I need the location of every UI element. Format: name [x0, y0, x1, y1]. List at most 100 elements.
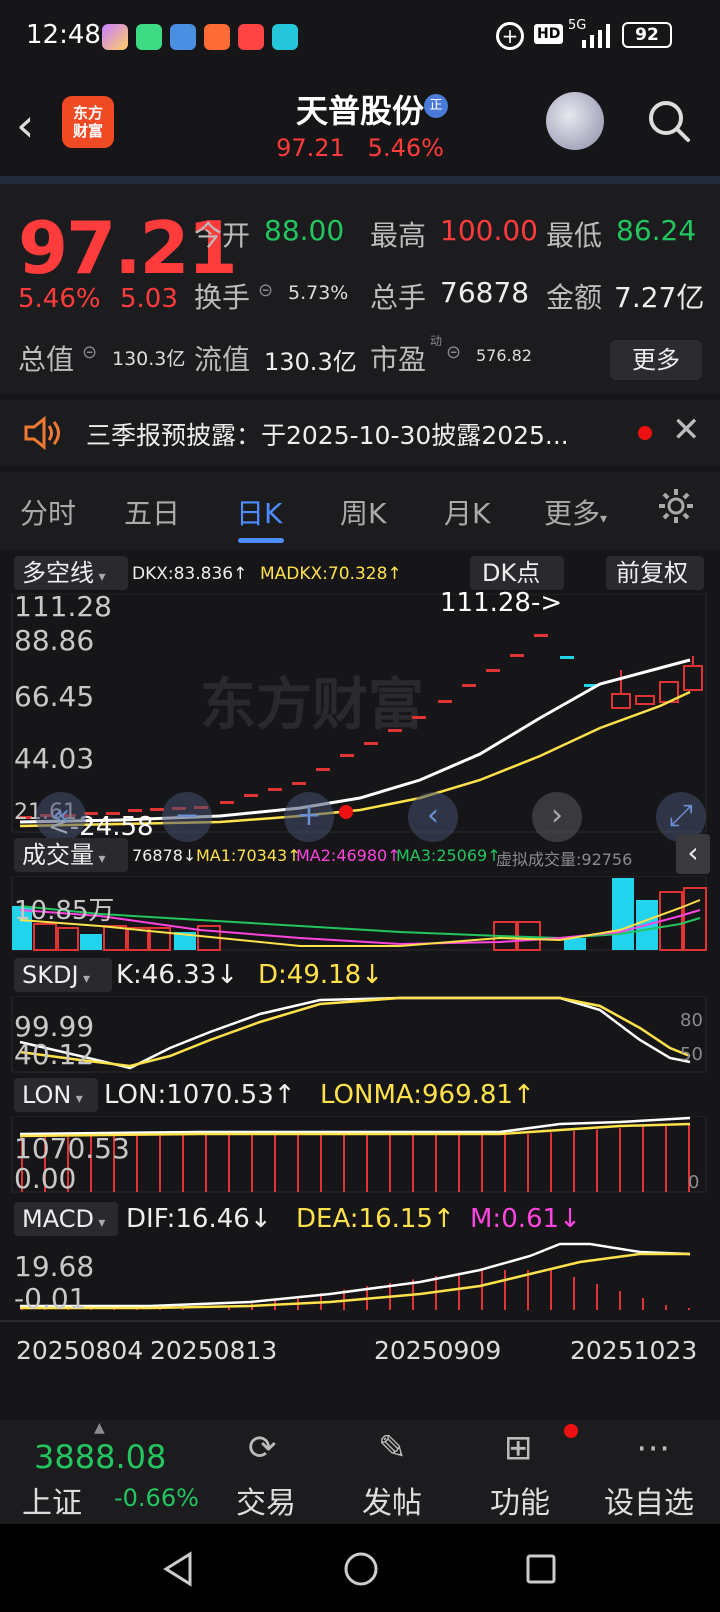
skdj-ref-50: 50: [680, 1044, 703, 1065]
scroll-left-fast-icon[interactable]: «: [36, 792, 86, 842]
tab-monthly-k[interactable]: 月K: [444, 492, 490, 532]
watermark: 东方财富: [200, 673, 424, 738]
tab-more[interactable]: 更多▾: [544, 492, 607, 532]
virtual-volume: 虚拟成交量:92756: [496, 850, 633, 869]
macd-m-value: M:0.61↓: [470, 1204, 581, 1234]
skdj-indicator-select[interactable]: SKDJ ▾: [14, 958, 112, 992]
assistant-robot-icon[interactable]: [546, 92, 604, 150]
more-quote-button[interactable]: 更多: [610, 340, 702, 380]
float-cap-value: 130.3亿: [264, 348, 357, 376]
index-change: -0.66%: [114, 1484, 199, 1512]
close-icon[interactable]: ✕: [672, 410, 701, 450]
skdj-ref-80: 80: [680, 1010, 703, 1031]
notice-bar[interactable]: 三季报预披露：于2025-10-30披露2025... ✕: [0, 400, 720, 466]
hd-icon: HD: [534, 24, 564, 44]
active-tab-indicator: [238, 538, 284, 543]
trade-icon[interactable]: ⟳: [248, 1428, 277, 1468]
amount-value: 7.27亿: [614, 281, 705, 314]
trade-button[interactable]: 交易: [236, 1478, 296, 1522]
notice-text[interactable]: 三季报预披露：于2025-10-30披露2025...: [86, 416, 569, 452]
function-badge-dot: [564, 1424, 578, 1438]
add-circle-icon: +: [496, 22, 524, 50]
app-notification-icon: [102, 24, 128, 50]
date-2: 20250813: [150, 1336, 278, 1365]
index-value[interactable]: 3888.08: [34, 1438, 166, 1476]
change-percent: 5.46%: [18, 284, 101, 314]
low-label: 最低: [546, 219, 603, 252]
system-nav-bar: [0, 1524, 720, 1612]
search-icon[interactable]: [646, 98, 692, 144]
post-button[interactable]: 发帖: [362, 1478, 422, 1522]
madkx-value: MADKX:70.328↑: [260, 564, 402, 584]
kline-indicator-select[interactable]: 多空线 ▾: [14, 556, 128, 590]
macd-dif-value: DIF:16.46↓: [126, 1204, 272, 1234]
function-button[interactable]: 功能: [490, 1478, 550, 1522]
macd-chart[interactable]: [0, 1240, 720, 1320]
change-amount: 5.03: [120, 284, 178, 314]
adjust-price-button[interactable]: 前复权: [606, 556, 704, 590]
info-icon[interactable]: ⊝: [446, 342, 461, 363]
expand-caret-icon[interactable]: ▲: [94, 1420, 105, 1436]
high-label: 最高: [370, 219, 427, 252]
date-divider: [0, 1320, 720, 1322]
kline-axis-4: 44.03: [14, 742, 95, 775]
nav-recents-icon[interactable]: [524, 1552, 558, 1586]
market-cap-label: 总值: [18, 343, 75, 376]
high-value: 100.00: [440, 214, 538, 247]
tab-intraday[interactable]: 分时: [20, 492, 76, 532]
registration-badge: 正: [424, 94, 448, 118]
open-value: 88.00: [264, 214, 345, 247]
dkx-value: DKX:83.836↑: [132, 564, 248, 584]
index-name[interactable]: 上证: [22, 1478, 82, 1522]
ma1-value: MA1:70343↑: [196, 846, 301, 865]
lon-axis-bottom: 0.00: [14, 1162, 77, 1195]
zoom-out-icon[interactable]: −: [162, 792, 212, 842]
tab-five-day[interactable]: 五日: [124, 492, 180, 532]
open-label: 今开: [194, 219, 251, 252]
volume-value: 76878: [440, 276, 530, 309]
float-cap-label: 流值: [194, 343, 251, 376]
nav-back-icon[interactable]: [160, 1550, 196, 1588]
post-icon[interactable]: ✎: [378, 1428, 407, 1468]
chart-area[interactable]: 多空线 ▾ DKX:83.836↑ MADKX:70.328↑ DK点 前复权 …: [0, 550, 720, 1420]
macd-dea-value: DEA:16.15↑: [296, 1204, 455, 1234]
zoom-in-icon[interactable]: +: [284, 792, 334, 842]
skdj-chart[interactable]: [0, 996, 720, 1074]
function-grid-icon[interactable]: ⊞: [504, 1428, 533, 1468]
kline-chart[interactable]: 东方财富: [0, 594, 720, 834]
status-bar: 12:48 + HD 5G 92: [0, 0, 720, 76]
date-4: 20251023: [570, 1336, 698, 1365]
tab-weekly-k[interactable]: 周K: [340, 492, 386, 532]
add-watchlist-button[interactable]: 设自选: [604, 1478, 694, 1522]
speaker-icon: [24, 416, 60, 450]
dk-point-button[interactable]: DK点: [470, 556, 564, 590]
more-dots-icon[interactable]: ⋯: [636, 1428, 670, 1468]
kline-axis-2: 88.86: [14, 624, 95, 657]
macd-indicator-select[interactable]: MACD ▾: [14, 1202, 118, 1236]
volume-value: 76878↓: [132, 846, 197, 865]
info-icon[interactable]: ⊝: [82, 342, 97, 363]
lon-indicator-select[interactable]: LON ▾: [14, 1078, 98, 1112]
info-icon[interactable]: ⊝: [258, 280, 273, 301]
skdj-k-value: K:46.33↓: [116, 960, 239, 990]
turnover-value: 5.73%: [288, 282, 349, 304]
pe-label: 市盈: [370, 343, 427, 376]
collapse-panel-icon[interactable]: ‹: [676, 834, 710, 874]
lonma-value: LONMA:969.81↑: [320, 1080, 535, 1110]
amount-label: 金额: [546, 281, 603, 314]
macd-axis-top: 19.68: [14, 1250, 95, 1283]
kline-axis-1: 111.28: [14, 590, 112, 623]
skdj-axis-bottom: 40.12: [14, 1038, 95, 1071]
skdj-d-value: D:49.18↓: [258, 960, 383, 990]
scroll-right-icon[interactable]: ›: [532, 792, 582, 842]
gear-icon[interactable]: [656, 486, 696, 526]
ma3-value: MA3:25069↑: [396, 846, 501, 865]
pe-dynamic-mark: 动: [430, 334, 443, 348]
nav-home-icon[interactable]: [342, 1550, 380, 1588]
market-cap-value: 130.3亿: [112, 348, 186, 370]
tab-daily-k[interactable]: 日K: [236, 492, 282, 532]
message-app-icon: [136, 24, 162, 50]
turnover-label: 换手: [194, 281, 251, 314]
volume-indicator-select[interactable]: 成交量 ▾: [14, 838, 128, 872]
scroll-left-icon[interactable]: ‹: [408, 792, 458, 842]
